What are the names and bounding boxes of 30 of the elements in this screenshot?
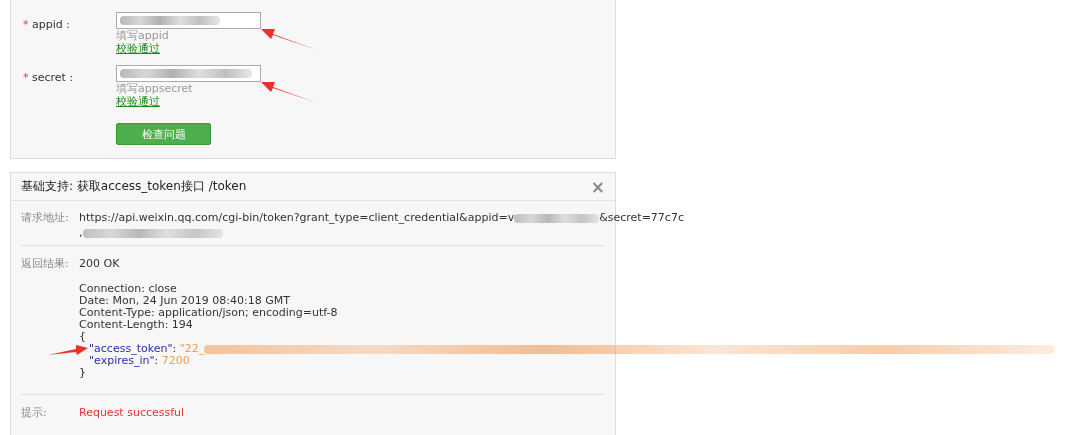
json-value: "22_ [179,343,205,355]
annotation-arrow [48,344,88,356]
check-button[interactable]: 检查问题 [116,123,211,145]
field-hint: 填写appsecret [116,82,194,95]
result-message: Request successful [79,406,185,419]
input-field[interactable] [116,65,261,82]
validation-status: 校验通过 [116,95,161,108]
json-value: 7200 [161,355,190,367]
field-label: 返回结果: [21,257,69,270]
response-header: Date: Mon, 24 Jun 2019 08:40:18 GMT [79,295,291,307]
response-header: Content-Type: application/json; encoding=utf-8 [79,307,339,319]
json-colon: : [154,355,159,367]
json-colon: : [172,343,178,355]
input-field[interactable] [116,12,261,29]
response-header: Content-Length: 194 [79,319,194,331]
field-label: * appid : [23,17,71,33]
request-url: https://api.weixin.qq.com/cgi-bin/token?grant_type=client_credential&appid=v &secret=77c7c [79,212,684,224]
field-hint: 填写appid [116,29,170,42]
validation-status: 校验通过 [116,42,161,55]
panel-title: 基础支持: 获取access_token接口 /token [21,178,247,195]
close-icon[interactable]: × [590,176,605,197]
field-label: 提示: [21,406,47,419]
field-label: 请求地址: [21,211,69,224]
field-label: * secret : [23,70,75,86]
status-text: 200 OK [79,258,121,270]
json-brace: } [79,367,87,379]
json-key: "expires_in" [89,355,155,367]
json-brace: { [79,331,87,343]
response-header: Connection: close [79,283,178,295]
request-url: , [79,226,83,239]
